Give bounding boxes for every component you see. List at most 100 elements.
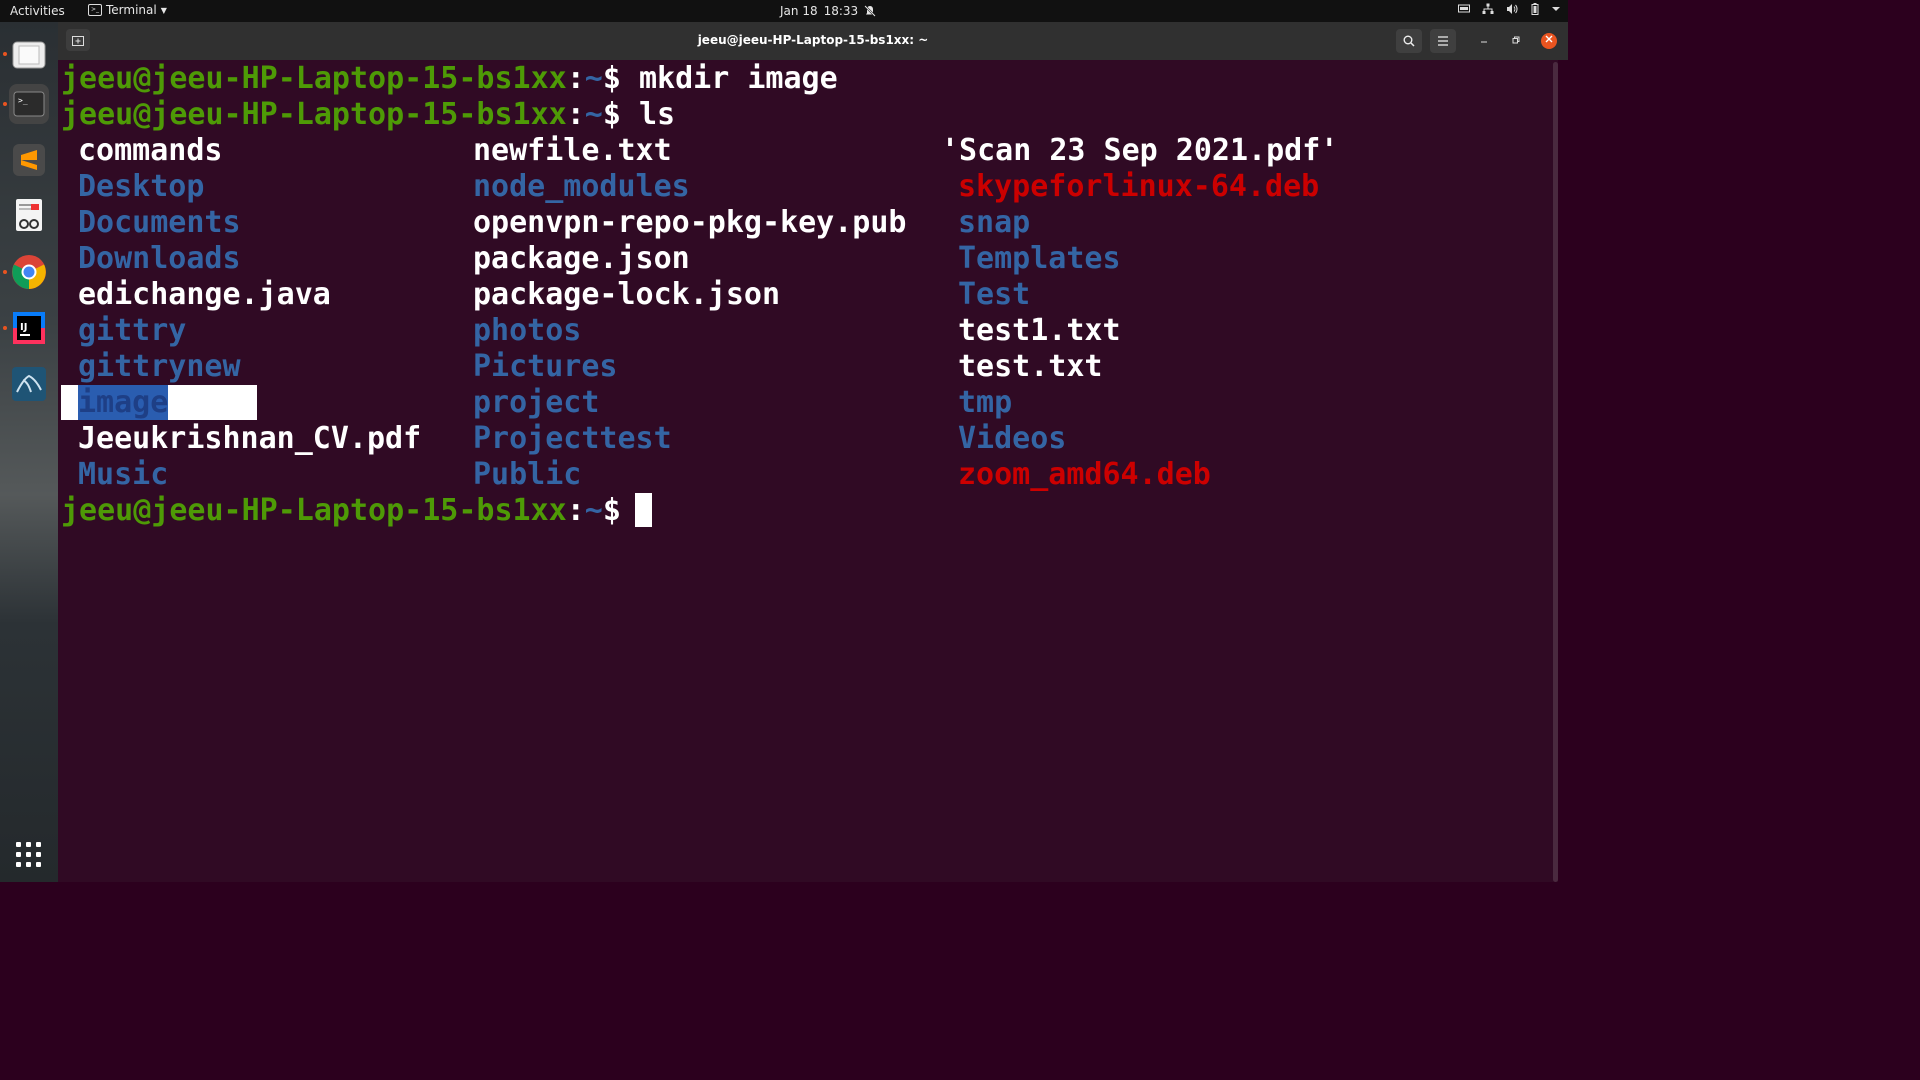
ls-entry: Templates bbox=[958, 241, 1121, 276]
ls-entry: skypeforlinux-64.deb bbox=[958, 169, 1320, 204]
minimize-button[interactable] bbox=[1476, 33, 1492, 49]
prompt-symbol: $ bbox=[602, 61, 621, 96]
chevron-down-icon: ▼ bbox=[160, 5, 167, 15]
terminal-line: jeeu@jeeu-HP-Laptop-15-bs1xx:~$ mkdir im… bbox=[61, 61, 838, 97]
intellij-icon: IJ bbox=[13, 312, 45, 344]
chrome-icon bbox=[12, 255, 46, 289]
prompt-user: jeeu@jeeu-HP-Laptop-15-bs1xx bbox=[61, 61, 567, 96]
system-tray[interactable] bbox=[1458, 3, 1560, 15]
ls-entry: Music bbox=[78, 457, 169, 492]
command-text: mkdir image bbox=[638, 61, 838, 96]
restore-icon bbox=[1512, 36, 1520, 44]
ls-entry: Jeeukrishnan_CV.pdf bbox=[78, 421, 422, 456]
show-applications-icon[interactable] bbox=[16, 842, 42, 868]
ls-entry: 'Scan 23 Sep 2021.pdf' bbox=[941, 133, 1339, 168]
ls-entry: node_modules bbox=[473, 169, 690, 204]
prompt-path: ~ bbox=[584, 493, 603, 528]
prompt-user: jeeu@jeeu-HP-Laptop-15-bs1xx bbox=[61, 97, 567, 132]
minimize-icon bbox=[1481, 41, 1487, 43]
running-indicator bbox=[3, 270, 7, 274]
ls-entry: gittrynew bbox=[78, 349, 241, 384]
ls-entry: project bbox=[473, 385, 600, 420]
prompt-colon: : bbox=[566, 493, 585, 528]
dock-document-viewer[interactable] bbox=[9, 196, 49, 236]
screen-icon[interactable] bbox=[1458, 4, 1470, 14]
ls-entry: openvpn-repo-pkg-key.pub bbox=[473, 205, 907, 240]
terminal-line: jeeu@jeeu-HP-Laptop-15-bs1xx:~$ bbox=[61, 493, 621, 529]
network-icon[interactable] bbox=[1482, 3, 1494, 15]
ls-entry: newfile.txt bbox=[473, 133, 672, 168]
ls-entry: Videos bbox=[958, 421, 1067, 456]
ls-entry: Public bbox=[473, 457, 582, 492]
clock-time: 18:33 bbox=[823, 4, 859, 18]
volume-icon[interactable] bbox=[1506, 3, 1518, 15]
document-viewer-icon bbox=[16, 199, 42, 231]
hamburger-menu-icon bbox=[1438, 36, 1448, 46]
svg-text:IJ: IJ bbox=[20, 322, 27, 333]
close-button[interactable] bbox=[1541, 33, 1557, 49]
app-menu-label: Terminal bbox=[106, 3, 157, 17]
ls-entry: package-lock.json bbox=[473, 277, 781, 312]
ls-entry: image bbox=[78, 385, 169, 420]
activities-button[interactable]: Activities bbox=[10, 4, 65, 18]
ls-entry: Test bbox=[958, 277, 1031, 312]
running-indicator bbox=[3, 52, 7, 56]
ls-entry: package.json bbox=[473, 241, 690, 276]
clock-date: Jan 18 bbox=[780, 4, 818, 18]
svg-text:>_: >_ bbox=[18, 96, 28, 105]
dock-sublime-text[interactable] bbox=[9, 140, 49, 180]
ls-entry: Projecttest bbox=[473, 421, 672, 456]
scrollbar[interactable] bbox=[1553, 62, 1558, 882]
terminal-app-icon: >_ bbox=[88, 4, 102, 16]
window-header: jeeu@jeeu-HP-Laptop-15-bs1xx: ~ bbox=[58, 22, 1568, 60]
prompt-symbol: $ bbox=[602, 97, 621, 132]
ls-entry: Desktop bbox=[78, 169, 205, 204]
ls-entry: Pictures bbox=[473, 349, 618, 384]
prompt-colon: : bbox=[566, 61, 585, 96]
ls-entry: zoom_amd64.deb bbox=[958, 457, 1211, 492]
ls-entry: gittry bbox=[78, 313, 187, 348]
ls-entry: tmp bbox=[958, 385, 1013, 420]
terminal-icon: >_ bbox=[13, 91, 45, 117]
running-indicator bbox=[3, 102, 7, 106]
top-bar: Activities >_ Terminal ▼ Jan 18 18:33 bbox=[0, 0, 1568, 22]
prompt-path: ~ bbox=[584, 61, 603, 96]
app-menu[interactable]: >_ Terminal ▼ bbox=[88, 3, 167, 17]
running-indicator bbox=[3, 326, 7, 330]
ls-entry: Downloads bbox=[78, 241, 241, 276]
ls-entry: test.txt bbox=[958, 349, 1103, 384]
chevron-down-icon[interactable] bbox=[1552, 5, 1560, 13]
menu-button[interactable] bbox=[1430, 29, 1456, 53]
dock-mysql-workbench[interactable] bbox=[9, 364, 49, 404]
files-icon bbox=[12, 41, 46, 69]
dock-chrome[interactable] bbox=[3, 252, 49, 292]
dock-files[interactable] bbox=[3, 34, 49, 74]
ls-entry: test1.txt bbox=[958, 313, 1121, 348]
window-title: jeeu@jeeu-HP-Laptop-15-bs1xx: ~ bbox=[697, 33, 929, 47]
dock-intellij[interactable]: IJ bbox=[3, 308, 49, 348]
search-button[interactable] bbox=[1396, 29, 1422, 53]
ls-entry: snap bbox=[958, 205, 1031, 240]
ls-entry: Documents bbox=[78, 205, 241, 240]
battery-icon[interactable] bbox=[1530, 3, 1540, 15]
dock: >_ IJ bbox=[0, 22, 58, 882]
search-icon bbox=[1403, 35, 1415, 47]
clock[interactable]: Jan 18 18:33 bbox=[780, 4, 876, 18]
terminal-line: jeeu@jeeu-HP-Laptop-15-bs1xx:~$ ls bbox=[61, 97, 675, 133]
prompt-colon: : bbox=[566, 97, 585, 132]
dock-terminal[interactable]: >_ bbox=[3, 84, 49, 124]
text-cursor bbox=[635, 493, 652, 527]
ls-entry: photos bbox=[473, 313, 582, 348]
prompt-user: jeeu@jeeu-HP-Laptop-15-bs1xx bbox=[61, 493, 567, 528]
close-icon bbox=[1545, 35, 1553, 43]
notifications-off-icon bbox=[864, 5, 876, 17]
command-text: ls bbox=[638, 97, 676, 132]
terminal-view[interactable]: jeeu@jeeu-HP-Laptop-15-bs1xx:~$ mkdir im… bbox=[58, 60, 1558, 882]
ls-entry: edichange.java bbox=[78, 277, 331, 312]
prompt-path: ~ bbox=[584, 97, 603, 132]
maximize-button[interactable] bbox=[1508, 33, 1524, 49]
ls-entry: commands bbox=[78, 133, 223, 168]
sublime-text-icon bbox=[13, 144, 45, 176]
prompt-symbol: $ bbox=[602, 493, 621, 528]
mysql-workbench-icon bbox=[12, 367, 46, 401]
